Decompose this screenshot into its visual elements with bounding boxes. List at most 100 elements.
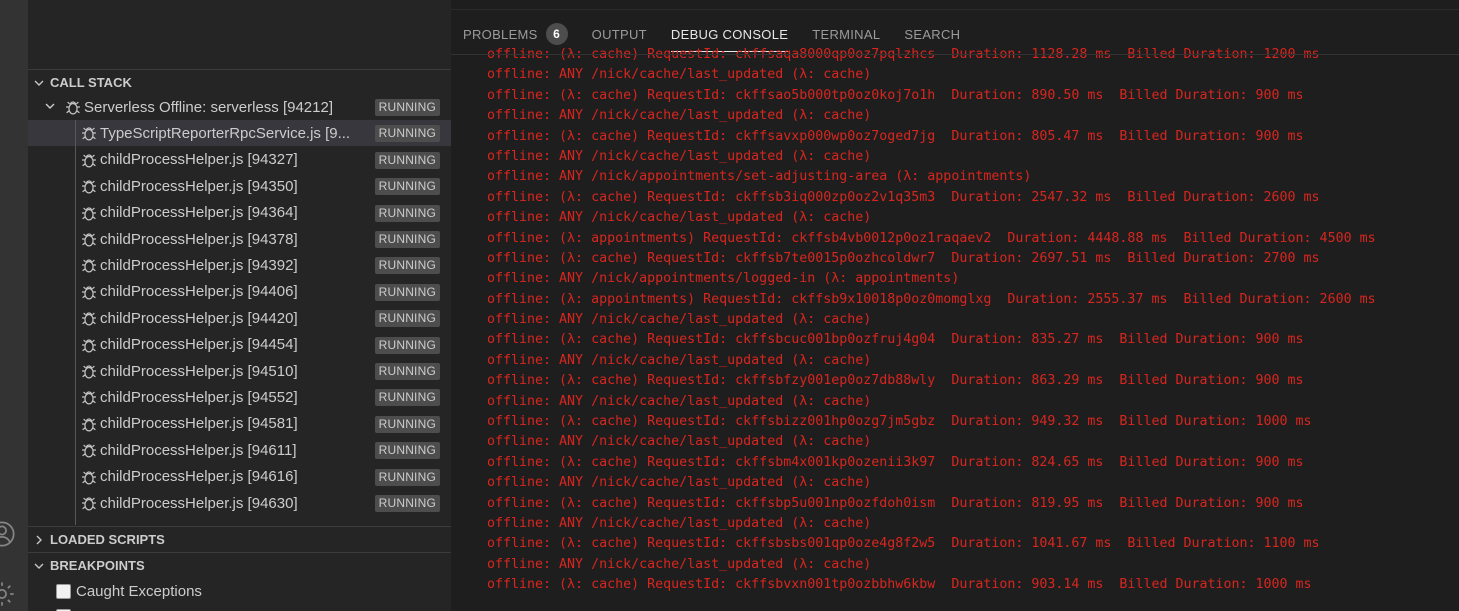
bottom-panel: PROBLEMS 6 OUTPUT DEBUG CONSOLE TERMINAL…	[451, 0, 1459, 611]
console-line: offline: (λ: appointments) RequestId: ck…	[487, 291, 1376, 307]
console-line: offline: ANY /nick/appointments/logged-i…	[487, 271, 960, 287]
bug-icon	[80, 336, 98, 354]
thread-row[interactable]: childProcessHelper.js [94581] RUNNING	[28, 411, 451, 437]
breakpoints-title: BREAKPOINTS	[50, 558, 145, 573]
breakpoint-label: Caught Exceptions	[76, 582, 202, 600]
thread-row[interactable]: childProcessHelper.js [94616] RUNNING	[28, 464, 451, 490]
tab-label: SEARCH	[904, 26, 961, 42]
tab-label: TERMINAL	[812, 26, 881, 42]
session-row[interactable]: Serverless Offline: serverless [94212] RU…	[28, 94, 451, 120]
status-badge: RUNNING	[374, 204, 440, 222]
console-line: offline: ANY /nick/cache/last_updated (λ…	[487, 515, 872, 531]
thread-label: childProcessHelper.js [94510]	[100, 362, 298, 380]
chevron-right-icon	[28, 534, 50, 546]
status-badge: RUNNING	[374, 257, 440, 275]
bug-icon	[80, 283, 98, 301]
thread-label: childProcessHelper.js [94552]	[100, 388, 298, 406]
console-line: offline: (λ: cache) RequestId: ckffsaqa8…	[487, 47, 1320, 62]
thread-label: childProcessHelper.js [94378]	[100, 230, 298, 248]
tab-label: PROBLEMS	[463, 26, 538, 42]
thread-row[interactable]: childProcessHelper.js [94420] RUNNING	[28, 305, 451, 331]
thread-label: childProcessHelper.js [94406]	[100, 283, 298, 301]
debug-sidebar: CALL STACK Serverless Offline: serverles…	[28, 0, 451, 611]
thread-row[interactable]: TypeScriptReporterRpcService.js [9... RUN…	[28, 120, 451, 147]
caught-exceptions-checkbox[interactable]	[56, 583, 71, 599]
thread-row[interactable]: childProcessHelper.js [94406] RUNNING	[28, 279, 451, 305]
bug-icon	[80, 124, 98, 142]
status-badge: RUNNING	[374, 125, 440, 143]
thread-label: childProcessHelper.js [94392]	[100, 256, 298, 274]
console-line: offline: (λ: cache) RequestId: ckffsbp5u…	[487, 495, 1304, 511]
console-line: offline: ANY /nick/cache/last_updated (λ…	[487, 556, 872, 572]
status-badge: RUNNING	[374, 415, 440, 433]
bug-icon	[80, 468, 98, 486]
console-line: offline: (λ: cache) RequestId: ckffsbfzy…	[487, 373, 1304, 389]
console-line: offline: (λ: appointments) RequestId: ck…	[487, 230, 1376, 246]
thread-label: childProcessHelper.js [94616]	[100, 468, 298, 486]
console-line: offline: (λ: cache) RequestId: ckffsb7te…	[487, 250, 1320, 266]
status-badge: RUNNING	[374, 99, 440, 116]
console-line: offline: (λ: cache) RequestId: ckffsbm4x…	[487, 454, 1304, 470]
console-line: offline: ANY /nick/cache/last_updated (λ…	[487, 108, 872, 124]
breakpoint-next-partial[interactable]	[56, 604, 76, 611]
bug-icon	[80, 177, 98, 195]
loaded-scripts-header[interactable]: LOADED SCRIPTS	[28, 526, 451, 552]
console-line: offline: ANY /nick/cache/last_updated (λ…	[487, 475, 872, 491]
status-badge: RUNNING	[374, 231, 440, 248]
status-badge: RUNNING	[374, 336, 440, 354]
console-line: offline: ANY /nick/appointments/set-adju…	[487, 169, 1032, 185]
chevron-down-icon[interactable]	[44, 99, 64, 116]
gear-icon[interactable]	[0, 580, 16, 608]
chevron-down-icon	[28, 560, 50, 572]
call-stack-header[interactable]: CALL STACK	[28, 69, 451, 95]
thread-row[interactable]: childProcessHelper.js [94350] RUNNING	[28, 173, 451, 199]
bug-icon	[80, 256, 98, 274]
breakpoints-header[interactable]: BREAKPOINTS	[28, 552, 451, 578]
thread-label: Serverless Offline: serverless [94212]	[84, 98, 334, 116]
bug-icon	[80, 494, 98, 512]
thread-label: childProcessHelper.js [94364]	[100, 204, 298, 222]
status-badge: RUNNING	[374, 283, 440, 301]
loaded-scripts-title: LOADED SCRIPTS	[50, 532, 165, 547]
bug-icon	[80, 441, 98, 459]
activity-bar	[0, 0, 28, 611]
bug-icon	[80, 362, 98, 380]
bug-icon	[80, 151, 98, 169]
thread-label: childProcessHelper.js [94581]	[100, 415, 298, 433]
thread-row[interactable]: childProcessHelper.js [94611] RUNNING	[28, 437, 451, 463]
console-line: offline: ANY /nick/cache/last_updated (λ…	[487, 434, 872, 450]
thread-row[interactable]: childProcessHelper.js [94392] RUNNING	[28, 252, 451, 278]
thread-row[interactable]: childProcessHelper.js [94327] RUNNING	[28, 147, 451, 173]
console-line: offline: (λ: cache) RequestId: ckffsb3iq…	[487, 189, 1320, 205]
thread-row[interactable]: childProcessHelper.js [94378] RUNNING	[28, 226, 451, 252]
bug-icon	[80, 415, 98, 433]
bug-icon	[64, 98, 82, 116]
console-line: offline: ANY /nick/cache/last_updated (λ…	[487, 210, 872, 226]
console-line: offline: (λ: cache) RequestId: ckffsbizz…	[487, 414, 1312, 430]
thread-row[interactable]: childProcessHelper.js [94364] RUNNING	[28, 200, 451, 226]
bug-icon	[80, 230, 98, 248]
account-icon[interactable]	[0, 520, 16, 548]
thread-row[interactable]: childProcessHelper.js [94552] RUNNING	[28, 384, 451, 410]
thread-row[interactable]: childProcessHelper.js [94510] RUNNING	[28, 358, 451, 384]
status-badge: RUNNING	[374, 178, 440, 196]
console-line: offline: ANY /nick/cache/last_updated (λ…	[487, 352, 872, 368]
thread-label: childProcessHelper.js [94611]	[100, 441, 297, 459]
thread-row[interactable]: childProcessHelper.js [94630] RUNNING	[28, 490, 451, 516]
console-line: offline: ANY /nick/cache/last_updated (λ…	[487, 148, 872, 164]
debug-console-output[interactable]: offline: (λ: cache) RequestId: ckffsaqa8…	[487, 45, 1459, 611]
problems-count-badge: 6	[545, 23, 568, 45]
console-line: offline: (λ: cache) RequestId: ckffsavxp…	[487, 128, 1304, 144]
chevron-down-icon	[28, 77, 50, 89]
console-line: offline: (λ: cache) RequestId: ckffsbsbs…	[487, 536, 1320, 552]
tab-label: DEBUG CONSOLE	[670, 26, 789, 42]
panel-divider	[451, 54, 1459, 55]
status-badge: RUNNING	[374, 442, 440, 460]
thread-label: childProcessHelper.js [94420]	[100, 309, 298, 327]
status-badge: RUNNING	[374, 363, 440, 380]
breakpoint-caught-exceptions[interactable]: Caught Exceptions	[56, 579, 202, 603]
console-line: offline: (λ: cache) RequestId: ckffsao5b…	[487, 87, 1304, 103]
tab-label: OUTPUT	[591, 26, 647, 42]
thread-row[interactable]: childProcessHelper.js [94454] RUNNING	[28, 332, 451, 358]
status-badge: RUNNING	[374, 468, 440, 486]
